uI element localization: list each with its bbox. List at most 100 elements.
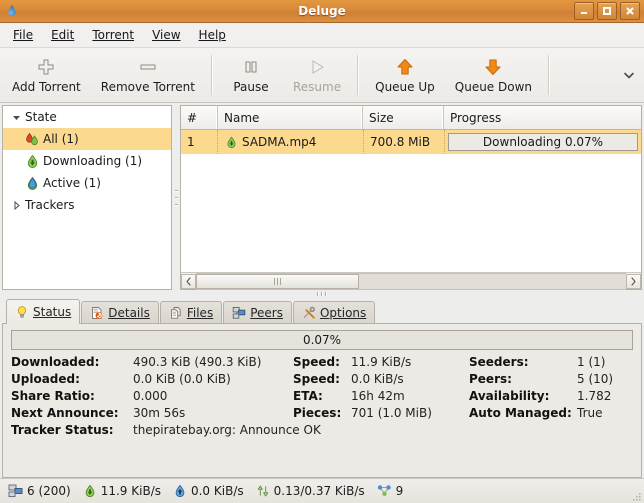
row-progress-bar: Downloading 0.07% [448,133,638,151]
menu-help[interactable]: Help [190,25,235,45]
menu-torrent[interactable]: Torrent [83,25,143,45]
status-fields-grid: Downloaded: 490.3 KiB (490.3 KiB) Speed:… [11,355,633,437]
toolbar-separator-1 [211,55,213,95]
tab-files[interactable]: Files [159,301,223,324]
column-header-size[interactable]: Size [363,106,444,129]
toolbar-separator-3 [548,55,551,95]
active-droplet-icon [23,176,41,191]
pause-button[interactable]: Pause [219,48,283,102]
tab-peers[interactable]: Peers [223,301,292,324]
field-label-pieces: Pieces: [293,406,342,420]
statusbar-download-speed[interactable]: 11.9 KiB/s [79,484,165,498]
menu-view[interactable]: View [143,25,189,45]
sidebar-item-all[interactable]: All (1) [3,128,171,150]
field-value-next-announce: 30m 56s [133,406,186,420]
close-icon[interactable] [620,2,640,20]
cell-name: SADMA.mp4 [218,130,364,154]
sidebar-group-trackers[interactable]: Trackers [3,194,171,216]
pause-label: Pause [233,80,269,94]
add-torrent-button[interactable]: Add Torrent [2,48,91,102]
menu-help-label: Help [198,28,226,42]
menu-file-label: File [13,28,34,42]
queue-up-button[interactable]: Queue Up [365,48,445,102]
torrent-list-pane: # Name Size Progress 1 SADMA.mp4 700.8 M… [180,105,642,290]
cell-num: 1 [181,130,218,154]
field-value-share-ratio: 0.000 [133,389,168,403]
updown-arrow-icon [256,484,270,498]
sidebar-item-downloading-label: Downloading (1) [43,154,143,168]
hscrollbar-track[interactable] [196,272,626,290]
deluge-droplet-icon [4,3,20,19]
field-value-auto-managed: True [577,406,603,420]
statusbar-connections[interactable]: 6 (200) [4,484,75,498]
statusbar-protocol-traffic[interactable]: 0.13/0.37 KiB/s [252,484,369,498]
detail-progress-label: 0.07% [302,333,342,347]
statusbar-download-speed-value: 11.9 KiB/s [100,484,161,498]
maximize-icon[interactable] [597,2,617,20]
details-notebook: Status Details Files Peers Options 0.07%… [0,298,644,478]
statusbar-dht-nodes-value: 9 [395,484,404,498]
minimize-icon[interactable] [574,2,594,20]
torrent-list-hscrollbar[interactable] [181,272,641,290]
queue-down-label: Queue Down [454,80,533,94]
statusbar-upload-speed[interactable]: 0.0 KiB/s [169,484,248,498]
arrow-down-icon [483,55,503,79]
toolbar-overflow-button[interactable] [616,48,642,102]
resume-label: Resume [293,80,342,94]
menu-file[interactable]: File [4,25,42,45]
tab-details[interactable]: Details [81,301,159,324]
field-value-pieces: 701 (1.0 MiB) [351,406,432,420]
panel-splitter[interactable] [0,290,644,298]
arrow-up-icon [395,55,415,79]
field-label-share-ratio: Share Ratio: [11,389,95,403]
tab-files-label: Files [186,306,214,320]
upload-arrow-icon [173,484,187,498]
download-arrow-icon [23,154,41,169]
sidebar-item-downloading[interactable]: Downloading (1) [3,150,171,172]
resume-button[interactable]: Resume [283,48,351,102]
menu-edit[interactable]: Edit [42,25,83,45]
toolbar: Add Torrent Remove Torrent Pause Resume … [0,48,644,103]
tab-options[interactable]: Options [292,301,376,324]
chevron-right-icon[interactable] [626,273,641,289]
hscrollbar-thumb[interactable] [196,273,360,289]
column-header-num[interactable]: # [181,106,218,129]
remove-torrent-button[interactable]: Remove Torrent [91,48,205,102]
field-label-availability: Availability: [469,389,550,403]
main-area: State All (1) Downloading (1) Active (1)… [0,103,644,290]
lightbulb-icon [15,305,29,319]
network-computers-icon [232,306,246,320]
triangle-down-icon [9,113,23,122]
column-header-name[interactable]: Name [218,106,363,129]
statusbar-protocol-traffic-value: 0.13/0.37 KiB/s [273,484,365,498]
tab-status[interactable]: Status [6,299,81,324]
sidebar-item-active[interactable]: Active (1) [3,172,171,194]
column-header-progress[interactable]: Progress [444,106,641,129]
field-value-tracker-status: thepiratebay.org: Announce OK [133,423,321,437]
field-label-next-announce: Next Announce: [11,406,119,420]
field-value-peers: 5 (10) [577,372,614,386]
table-row[interactable]: 1 SADMA.mp4 700.8 MiB Downloading 0.07% [181,130,641,154]
menu-edit-label: Edit [51,28,75,42]
splitter-grip [317,292,327,296]
chevron-down-icon [624,72,634,79]
dht-nodes-icon [377,484,392,498]
queue-down-button[interactable]: Queue Down [445,48,542,102]
all-torrents-icon [23,132,41,147]
tab-peers-label: Peers [250,306,283,320]
statusbar-dht-nodes[interactable]: 9 [373,484,408,498]
resize-grip[interactable] [630,490,642,502]
sidebar-item-active-label: Active (1) [43,176,101,190]
download-arrow-icon [225,136,238,149]
files-icon [169,306,183,320]
detail-progress-bar: 0.07% [11,330,633,350]
menu-view-label: View [152,28,181,42]
field-label-upload-speed: Speed: [293,372,340,386]
sidebar-group-state[interactable]: State [3,106,171,128]
sidebar-splitter[interactable] [172,105,180,290]
chevron-left-icon[interactable] [181,273,196,289]
remove-torrent-label: Remove Torrent [100,80,195,94]
window-controls [574,2,640,20]
field-label-downloaded: Downloaded: [11,355,100,369]
pause-icon [241,55,261,79]
